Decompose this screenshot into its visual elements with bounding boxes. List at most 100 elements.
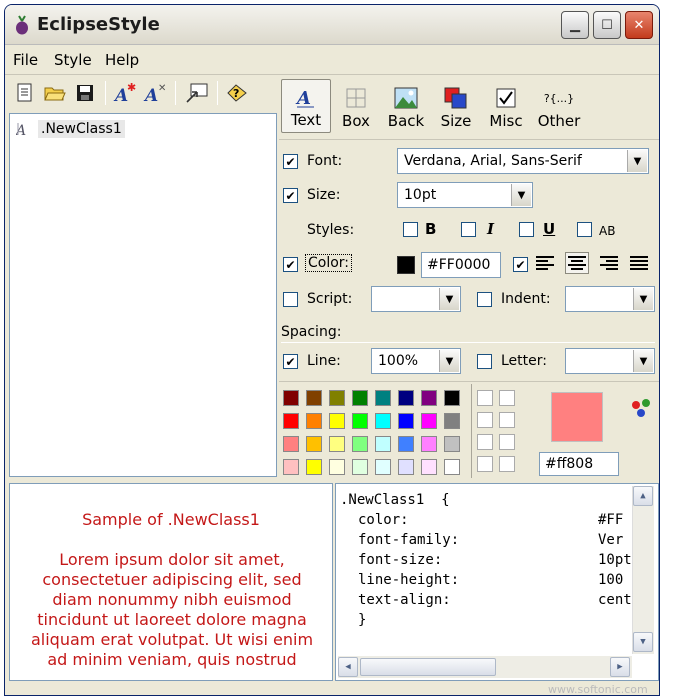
palette-swatch[interactable] [352,459,368,475]
tree-item[interactable]: A .NewClass1 [16,120,125,138]
color-checkbox[interactable]: ✔ [283,257,298,272]
script-select[interactable]: ▼ [371,286,461,312]
color-picker-icon[interactable] [629,396,655,422]
custom-swatch[interactable] [499,412,515,428]
tab-size[interactable]: Size [431,79,481,133]
custom-swatch[interactable] [499,434,515,450]
title-bar[interactable]: EclipseStyle ▁ ☐ ✕ [5,5,659,45]
underline-checkbox[interactable] [519,222,534,237]
palette-swatch[interactable] [398,413,414,429]
letter-spacing-select[interactable]: ▼ [565,348,655,374]
color-swatch[interactable] [397,256,415,274]
size-checkbox[interactable]: ✔ [283,188,298,203]
script-checkbox[interactable] [283,292,298,307]
menu-style[interactable]: Style [54,51,92,69]
add-class-button[interactable]: A ✱ [111,79,139,107]
help-button[interactable]: ? [223,79,251,107]
custom-swatch[interactable] [477,412,493,428]
scroll-left-icon[interactable]: ◀ [338,657,358,677]
current-color-hex[interactable]: #ff808 [539,452,619,476]
palette-swatch[interactable] [444,413,460,429]
palette-swatch[interactable] [352,413,368,429]
palette-swatch[interactable] [444,436,460,452]
size-select[interactable]: 10pt ▼ [397,182,533,208]
close-button[interactable]: ✕ [625,11,653,39]
align-left-button[interactable] [533,252,557,274]
css-code-view[interactable]: .NewClass1 { color: #FF font-family: Ver… [335,483,659,681]
export-button[interactable] [183,79,211,107]
bold-checkbox[interactable] [403,222,418,237]
italic-checkbox[interactable] [461,222,476,237]
palette-swatch[interactable] [306,436,322,452]
tab-text[interactable]: A Text [281,79,331,133]
open-button[interactable] [41,79,69,107]
class-tree[interactable]: A .NewClass1 [9,113,277,477]
vertical-scrollbar[interactable]: ▲ ▼ [632,486,654,654]
palette-swatch[interactable] [283,459,299,475]
palette-swatch[interactable] [398,459,414,475]
palette-swatch[interactable] [306,459,322,475]
palette-swatch[interactable] [421,390,437,406]
palette-swatch[interactable] [375,436,391,452]
tab-other[interactable]: ?{...} Other [531,79,587,133]
palette-swatch[interactable] [306,413,322,429]
palette-swatch[interactable] [329,390,345,406]
watermark: www.softonic.com [548,683,648,696]
align-right-button[interactable] [597,252,621,274]
tab-back[interactable]: Back [381,79,431,133]
scroll-down-icon[interactable]: ▼ [633,632,653,652]
new-file-button[interactable] [11,79,39,107]
close-icon: ✕ [633,17,645,33]
line-checkbox[interactable]: ✔ [283,354,298,369]
align-justify-button[interactable] [627,252,651,274]
font-select[interactable]: Verdana, Arial, Sans-Serif ▼ [397,148,649,174]
scroll-right-icon[interactable]: ▶ [610,657,630,677]
palette-swatch[interactable] [329,459,345,475]
custom-swatch[interactable] [477,390,493,406]
horizontal-scrollbar[interactable]: ◀ ▶ [338,656,632,678]
palette-swatch[interactable] [398,436,414,452]
css-value: Ver [598,532,624,548]
align-checkbox[interactable]: ✔ [513,257,528,272]
palette-swatch[interactable] [352,390,368,406]
palette-swatch[interactable] [375,390,391,406]
color-input[interactable]: #FF0000 [421,252,501,278]
palette-swatch[interactable] [329,436,345,452]
align-center-button[interactable] [565,252,589,274]
palette-swatch[interactable] [283,413,299,429]
remove-class-button[interactable]: A ✕ [141,79,169,107]
line-height-select[interactable]: 100% ▼ [371,348,461,374]
palette-swatch[interactable] [283,436,299,452]
custom-swatch[interactable] [499,390,515,406]
palette-swatch[interactable] [421,413,437,429]
save-button[interactable] [71,79,99,107]
custom-swatch[interactable] [477,456,493,472]
palette-swatch[interactable] [375,413,391,429]
tab-misc[interactable]: Misc [481,79,531,133]
letter-checkbox[interactable] [477,354,492,369]
menu-file[interactable]: File [13,51,38,69]
scroll-thumb[interactable] [360,658,496,676]
scroll-up-icon[interactable]: ▲ [633,486,653,506]
palette-swatch[interactable] [375,459,391,475]
indent-select[interactable]: ▼ [565,286,655,312]
palette-swatch[interactable] [421,459,437,475]
font-checkbox[interactable]: ✔ [283,154,298,169]
menu-help[interactable]: Help [105,51,139,69]
maximize-button[interactable]: ☐ [593,11,621,39]
palette-swatch[interactable] [444,390,460,406]
palette-swatch[interactable] [352,436,368,452]
indent-checkbox[interactable] [477,292,492,307]
tab-box[interactable]: Box [331,79,381,133]
palette-swatch[interactable] [283,390,299,406]
palette-swatch[interactable] [444,459,460,475]
smallcaps-checkbox[interactable] [577,222,592,237]
custom-swatch[interactable] [477,434,493,450]
minimize-button[interactable]: ▁ [561,11,589,39]
custom-swatch[interactable] [499,456,515,472]
palette-swatch[interactable] [306,390,322,406]
palette-swatch[interactable] [398,390,414,406]
palette-swatch[interactable] [329,413,345,429]
palette-swatch[interactable] [421,436,437,452]
chevron-down-icon: ▼ [633,288,653,310]
